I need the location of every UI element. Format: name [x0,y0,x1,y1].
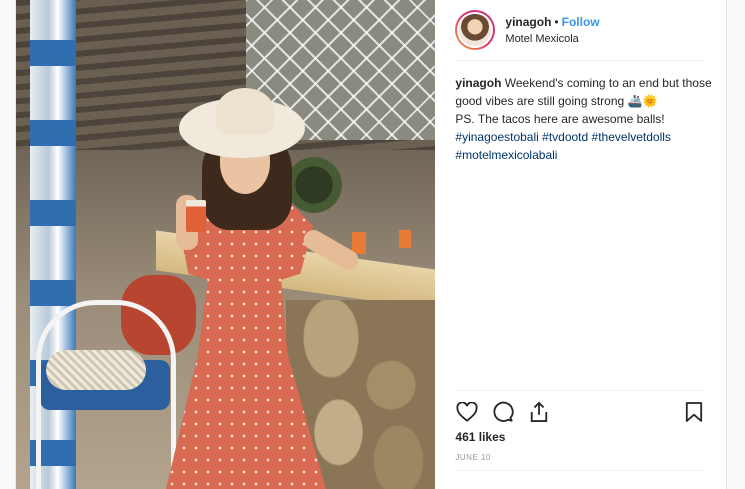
header-info: yinagoh • Follow Motel Mexicola [505,15,599,45]
hashtag-link[interactable]: #tvdootd [542,130,588,144]
hashtag-link[interactable]: #yinagoestobali [455,130,538,144]
likes-count[interactable]: 461 likes [455,430,505,444]
separator-dot: • [554,15,559,29]
footer-divider [455,470,707,471]
header-divider [455,60,707,61]
mesh-bag [46,350,146,390]
location-link[interactable]: Motel Mexicola [505,33,599,45]
avatar[interactable] [455,10,496,50]
caption: yinagoh Weekend's coming to an end but t… [455,74,715,164]
hashtag-link[interactable]: #thevelvetdolls [592,130,671,144]
post-date: JUNE 10 [455,453,491,462]
sun-hat-crown [216,88,274,134]
share-icon[interactable] [527,400,551,424]
drink-cup [352,232,366,254]
username-link[interactable]: yinagoh [505,15,551,29]
caption-text-ps: PS. The tacos here are awesome balls! [455,112,665,126]
header-line: yinagoh • Follow [505,15,599,29]
post-photo[interactable] [16,0,436,489]
comment-icon[interactable] [491,400,515,424]
hashtag-link[interactable]: #motelmexicolabali [455,148,557,162]
actions-divider [455,390,707,391]
post-card: yinagoh • Follow Motel Mexicola yinagoh … [15,0,727,489]
drink-glass [186,200,206,232]
action-bar [455,398,706,426]
follow-button[interactable]: Follow [562,15,600,29]
caption-username[interactable]: yinagoh [455,76,501,90]
avatar-image [457,12,494,48]
post-sidebar: yinagoh • Follow Motel Mexicola yinagoh … [435,0,726,489]
heart-icon[interactable] [455,400,479,424]
bookmark-icon[interactable] [682,400,706,424]
post-header: yinagoh • Follow Motel Mexicola [435,0,726,60]
drink-cup [399,230,411,248]
white-chair [36,300,176,489]
